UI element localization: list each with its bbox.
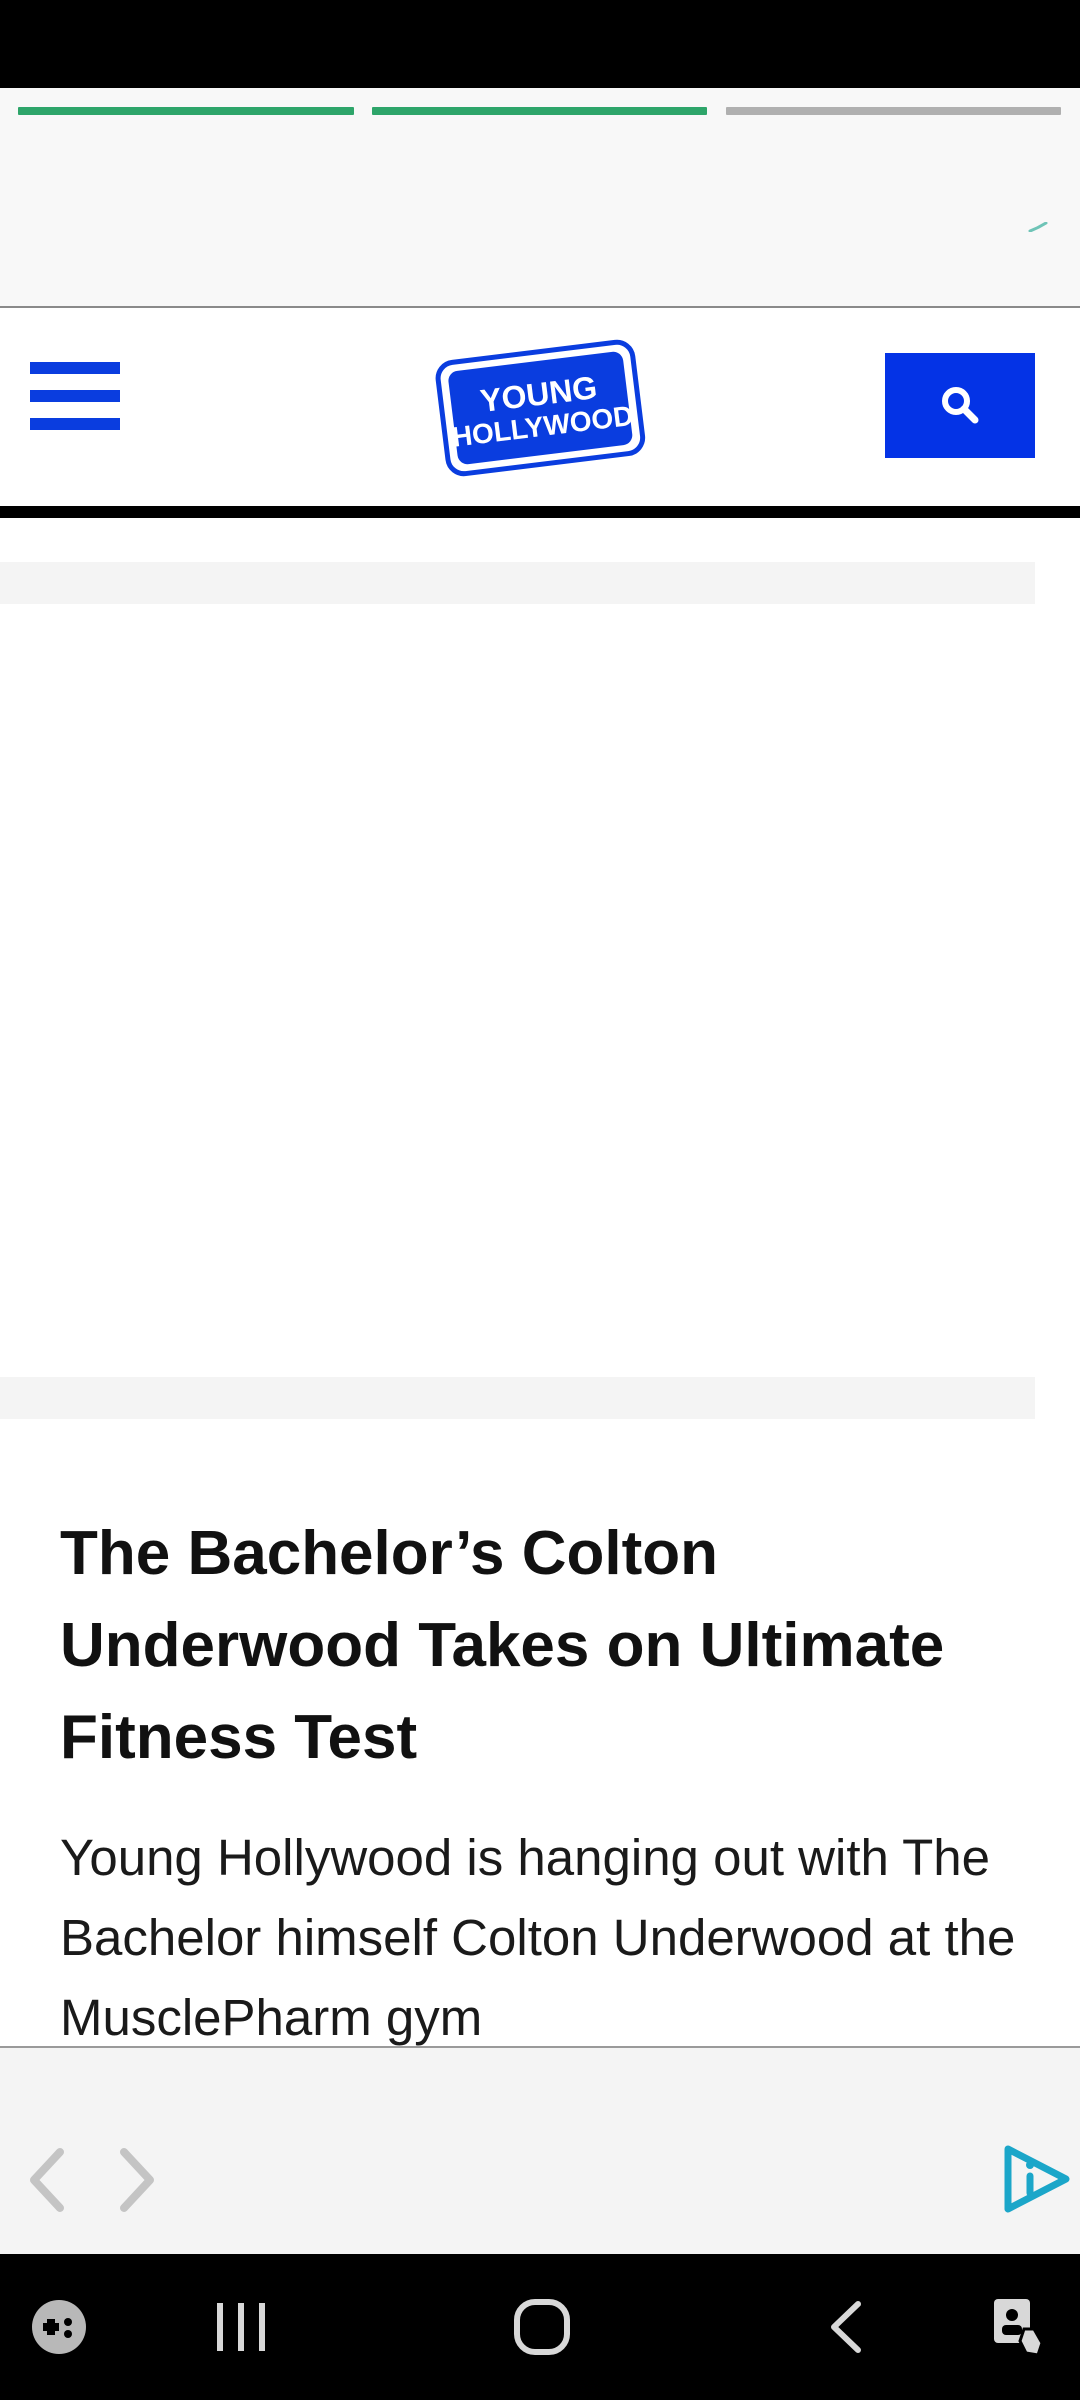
article-excerpt: Young Hollywood is hanging out with The … — [60, 1829, 1016, 2046]
story-navigation-bar — [0, 2046, 1080, 2256]
recent-apps-icon[interactable] — [213, 2301, 269, 2353]
young-hollywood-logo[interactable]: YOUNG HOLLYWOOD — [434, 330, 646, 480]
story-progress-segment-3 — [726, 107, 1061, 115]
story-progress-segment-2 — [372, 107, 707, 115]
home-icon[interactable] — [513, 2298, 571, 2356]
story-progress-area — [0, 88, 1080, 306]
accessibility-icon[interactable] — [990, 2295, 1050, 2359]
chevron-right-icon[interactable] — [112, 2140, 162, 2220]
back-icon[interactable] — [826, 2300, 866, 2354]
ad-placeholder-bottom — [0, 1377, 1035, 1419]
chevron-left-icon[interactable] — [22, 2140, 72, 2220]
article-title[interactable]: The Bachelor’s Colton Underwood Takes on… — [60, 1508, 1030, 1784]
search-button[interactable] — [885, 353, 1035, 458]
loading-spinner-icon — [1028, 222, 1048, 232]
header-divider — [0, 506, 1080, 518]
story-progress-segment-1 — [18, 107, 354, 115]
game-launcher-icon[interactable] — [30, 2298, 88, 2356]
search-icon — [942, 387, 979, 424]
ad-placeholder-top — [0, 562, 1035, 604]
status-bar — [0, 0, 1080, 88]
hamburger-menu-icon[interactable] — [30, 362, 120, 432]
play-info-icon[interactable] — [1000, 2143, 1072, 2215]
